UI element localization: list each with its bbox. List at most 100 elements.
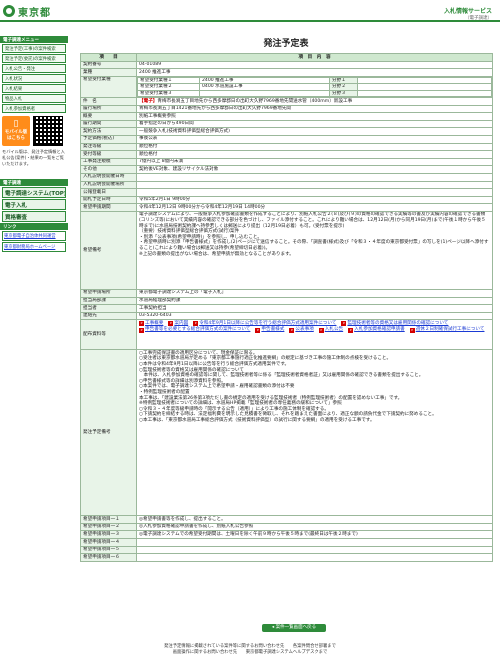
table-row: 配布資料等 P 工事概要 P 案内図 P 令和4年9月1日以降に公告等を行う総合評価方… [80,319,493,351]
document-link[interactable]: P 入札公告 [318,327,343,333]
table-row: 担当局部課 水道局経理部契約課 [80,296,493,306]
table-row: 業種 2400 推進工事 [80,68,493,77]
planned-price: 事後公表 [136,134,493,144]
tokyo-emblem-icon [3,5,15,17]
table-row: 希望申請項目一６ [80,553,493,562]
table-header-row: 項 目 項 目 内 容 [80,53,493,62]
supplement-3: ◎電子調達システムでの希望受付期間は、土曜日を除く午前９時から午後５時まで(最終… [136,530,493,540]
table-row: 工事発注規模 7億円以上 8億円未満 [80,157,493,167]
service-title: 入札情報サービス （電子調達） [444,6,492,21]
document-link[interactable]: P 週休２日制確保試行工事について [409,327,484,333]
mobile-section: ▯ モバイル版 はこちら [2,116,66,146]
row-label: 希望申請場所 [80,288,137,298]
table-row: 発注予定備考 ○工事完成保証書の適用区分について、現金保証に限る。 ○受注者は東京… [80,349,493,517]
service-title-main: 入札情報サービス [443,8,492,15]
document-link[interactable]: P 入札参加資格確認申請書 [348,327,405,333]
work-period: 着手指定の日から490日間 [136,119,493,129]
chevron-left-icon: ◂ [271,625,275,630]
row-label: 希望申請項目一５ [80,545,137,555]
row-label: 予定価格(税込) [80,134,137,144]
pdf-icon: P [348,327,354,333]
table-row: 連絡先 03-5320-6403 [80,311,493,321]
document-link[interactable]: P 公表事項 [289,327,314,333]
table-row: 担当者 工事契約担当 [80,304,493,313]
sidebar-item-goods[interactable]: 物品入札 [2,94,66,103]
link-finance-bureau[interactable]: 東京都財務局ホームページ [2,242,66,252]
electronic-tag: 【電子】 [139,98,158,104]
row-label: 件 名 [80,97,137,106]
pdf-icon: P [409,327,415,333]
opening-date: 令和5年2月1日 9時00分 [136,195,493,205]
table-row: 発注等級 順位格付 [80,142,493,152]
desired-types-table: 希望受付業種１ 2400 推進工事 分野１ 希望受付業種２ 0400 水道施設工事 分野… [137,77,492,97]
row-label: 配布資料等 [80,319,137,351]
row-label: 受付等級 [80,150,137,159]
pdf-icon: P [341,321,347,327]
row-label: 入札説明会開催場所 [80,180,137,190]
row-label: 希望申請項目一３ [80,530,137,540]
table-row: 概要 別紙工事概要参照 [80,112,493,121]
row-label: 入札説明会開催日時 [80,172,137,182]
sidebar-item-qualification[interactable]: 資格審査 [2,211,66,222]
order-notes: ○工事完成保証書の適用区分について、現金保証に限る。 ○受注者は東京都水道局が定… [136,349,493,517]
pdf-icon: P [168,321,174,327]
mobile-button[interactable]: ▯ モバイル版 はこちら [2,116,30,146]
sidebar-link-section: 電子調達 [0,179,68,186]
document-link[interactable]: P 申告書様式 [255,327,284,333]
sidebar-link-head: リンク [0,223,68,230]
tokyo-logo[interactable]: 東京都 [3,4,83,19]
page-title: 発注予定表 [263,39,309,49]
table-row: 希望申請項目一２ ◎入札参加資格確認申請書を作成し、別紙入札公告参照 [80,522,493,532]
table-row: 希望備考 電子調達システムにより、一般競争入札参加確認書類を作成することにより、別… [80,210,493,290]
sidebar-item-consignment-search[interactable]: 発注予定(委託)の案件検索 [2,54,66,63]
link-joint-operation[interactable]: 東京都電子自治体共同運営 [2,231,66,241]
desired-type-row: 希望受付業種３ 分野３ [137,89,492,97]
document-link[interactable]: P 監理技術者等の資格又は雇用関係の確認について [341,321,448,327]
application-place: 東京都電子調達システム上の「電子入札」 [136,288,493,298]
sidebar-item-status[interactable]: 入札状況 [2,74,66,83]
sidebar-item-construction-search[interactable]: 発注予定(工事)の案件検索 [2,44,66,53]
document-link[interactable]: P 案内図 [168,321,188,327]
row-label: 希望申請項目一２ [80,522,137,532]
page-header: 東京都 入札情報サービス （電子調達） [0,0,500,22]
project-name: 青梅市長渕五丁目地先から西多摩郡日の出町大久野7969番地先間送水管（400mm… [157,98,353,104]
gazette-date [136,188,493,197]
row-label: 開札予定日時 [80,195,137,205]
application-notes: 電子調達システムにより、一般競争入札参加確認書類を作成することにより、別紙入札公… [136,210,493,290]
sidebar-item-results[interactable]: 入札結果 [2,84,66,93]
logo-text: 東京都 [18,7,51,19]
row-label: 連絡先 [80,311,137,321]
table-row: 希望受付業種 希望受付業種１ 2400 推進工事 分野１ 希望受付業種２ 0400 水… [80,75,493,99]
table-row: 希望申請項目一４ [80,538,493,547]
table-row: 予定価格(税込) 事後公表 [80,134,493,144]
table-row: その他 契約後VE対象、建設リサイクル法対象 [80,165,493,174]
sidebar-item-notice[interactable]: 入札公告・発注 [2,64,66,73]
document-link[interactable]: P 工事概要 [139,321,163,327]
pdf-icon: P [255,327,261,333]
document-list: P 工事概要 P 案内図 P 令和4年9月1日以降に公告等を行う総合評価方式適用案件に… [139,321,490,333]
document-link[interactable]: P 令和4年9月1日以降に公告等を行う総合評価方式適用案件について [193,321,336,327]
footer-line-2: 画面操作に関するお問い合わせ先 東京都電子調達システムヘルプデスクまで [172,650,328,655]
return-to-list-button[interactable]: ◂ 案件一覧画面へ戻る [262,624,326,632]
service-title-sub: （電子調達） [465,16,492,21]
page-footer: 発注予定情報に掲載されている案件等に関するお問い合わせ先 各案件問合せ部署まで … [0,644,500,672]
sidebar-item-qualified[interactable]: 入札参加資格者 [2,104,66,113]
header-content: 項 目 内 容 [136,53,493,62]
sidebar-item-e-bid[interactable]: 電子入札 [2,199,66,210]
sidebar: 電子調達メニュー 発注予定(工事)の案件検索 発注予定(委託)の案件検索 入札公… [0,36,68,672]
work-scale: 7億円以上 8億円未満 [136,157,493,167]
row-label: 希望申請項目一４ [80,538,137,547]
mobile-phone-icon: ▯ [13,119,19,129]
supplement-1: ◎希望申請書等を作成し、提出すること。 [136,515,493,524]
document-link[interactable]: P 申告書等を必要とする総合評価方式の案件について [139,327,250,333]
row-label: 履行期間 [80,119,137,129]
row-label: 工事発注規模 [80,157,137,167]
table-row: 入札説明会開催日時 [80,172,493,182]
table-row: 受付等級 順位格付 [80,150,493,159]
table-row: 入札説明会開催場所 [80,180,493,190]
accept-grade: 順位格付 [136,150,493,159]
table-row: 開札予定日時 令和5年2月1日 9時00分 [80,195,493,205]
table-row: 履行場所 青梅市長渕五丁目1421番地先から西多摩郡日の出町大久野7969番地先間 [80,104,493,114]
sidebar-item-top[interactable]: 電子調達システム(TOP) [2,187,66,198]
supplement-4 [136,538,493,547]
